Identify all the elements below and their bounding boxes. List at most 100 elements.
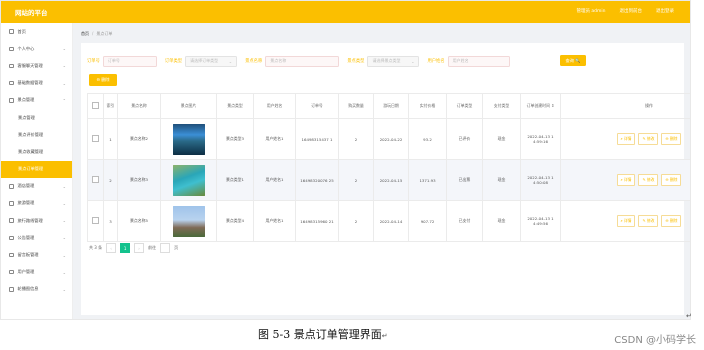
filter-select[interactable]: 请选择景点类型 ⌄ — [367, 55, 420, 67]
cell-created: 2022-04-13 1 4:50:08 — [520, 159, 561, 201]
logout-link[interactable]: 退出登录 — [656, 8, 674, 14]
total-count: 共 3 条 — [89, 245, 103, 250]
column-header: 索引 — [103, 93, 118, 119]
sidebar-item-0[interactable]: 首页 — [1, 23, 72, 40]
filter-label: 用户姓名 — [427, 59, 445, 64]
detail-button[interactable]: ⌕ 详情 — [616, 133, 636, 145]
sidebar-item-label: 基础数据管理 — [17, 80, 43, 86]
app-window: 网站的平台 管理员 admin 退出到前台 退出登录 首页 个人中心 ⌄ 客服聊天管理… — [0, 0, 691, 320]
cell-type: 景点类型3 — [216, 118, 254, 160]
front-link[interactable]: 退出到前台 — [620, 8, 643, 14]
sidebar-item-13[interactable]: 留言板管理 ⌄ — [1, 246, 72, 263]
chevron-icon: ⌄ — [62, 286, 66, 292]
cell-name: 景点名称2 — [117, 118, 161, 160]
sidebar-item-label: 首页 — [17, 28, 26, 34]
scenic-image-cell — [160, 200, 217, 242]
goto-page-input[interactable] — [160, 243, 171, 253]
sidebar-item-4[interactable]: 景点管理 ⌃ — [1, 92, 72, 109]
sidebar-item-5[interactable]: 景点管理 — [1, 109, 72, 126]
sidebar-item-12[interactable]: 公告管理 ⌄ — [1, 229, 72, 246]
notice-icon — [9, 235, 14, 241]
cell-qty: 2 — [338, 159, 374, 201]
paragraph-mark: ↵ — [686, 312, 692, 320]
sidebar-item-label: 轮播图信息 — [17, 286, 39, 292]
cell-price: 93.2 — [408, 118, 447, 160]
sidebar-item-1[interactable]: 个人中心 ⌄ — [1, 40, 72, 57]
column-header: 实付价格 — [408, 93, 447, 119]
sidebar-item-label: 客服聊天管理 — [17, 62, 43, 68]
table-body: 1 景点名称2 景点类型3 用户姓名1 16498315437 1 2 2022-04-22… — [87, 118, 690, 242]
chevron-icon: ⌄ — [62, 218, 66, 224]
column-header: 游玩日期 — [373, 93, 409, 119]
watermark: CSDN @小码学长 — [614, 335, 696, 346]
route-icon — [9, 218, 14, 223]
cell-price: 1371.93 — [408, 159, 447, 201]
row-checkbox[interactable] — [92, 217, 99, 224]
sidebar-item-label: 酒店管理 — [17, 183, 35, 189]
breadcrumb-home[interactable]: 首页 — [81, 31, 89, 36]
sidebar-item-2[interactable]: 客服聊天管理 ⌄ — [1, 57, 72, 74]
top-links: 管理员 admin 退出到前台 退出登录 — [576, 8, 674, 14]
sidebar-item-3[interactable]: 基础数据管理 ⌄ — [1, 75, 72, 92]
sidebar-item-11[interactable]: 旅行路线管理 ⌄ — [1, 212, 72, 229]
sidebar-item-7[interactable]: 景点收藏管理 — [1, 143, 72, 160]
sidebar-item-9[interactable]: 酒店管理 ⌄ — [1, 178, 72, 195]
sidebar-item-6[interactable]: 景点评价管理 — [1, 126, 72, 143]
sidebar-item-label: 公告管理 — [17, 234, 35, 240]
sidebar-item-8[interactable]: 景点订单管理 — [1, 160, 72, 178]
delete-row-button[interactable]: ⊖ 删除 — [661, 174, 682, 186]
select-all-checkbox[interactable] — [92, 102, 99, 109]
filter-input[interactable]: 景点名称 — [265, 55, 340, 67]
chevron-icon: ⌄ — [62, 200, 66, 206]
table-row: 3 景点名称5 景点类型4 用户姓名1 16498315960 21 2 2022-04-1… — [87, 200, 690, 242]
cell-index: 1 — [103, 118, 118, 160]
row-checkbox[interactable] — [92, 135, 99, 142]
cell-name: 景点名称5 — [117, 200, 161, 242]
sidebar-item-15[interactable]: 轮播图信息 ⌄ — [1, 281, 72, 298]
search-button[interactable]: 查询 🔍 — [560, 55, 586, 66]
filter-bar: 订单号 订单号 订单类型 请选择订单类型 ⌄ 景点名称 景点名称 景点类型 请选择景点类型 ⌄ 用户… — [87, 55, 678, 67]
cell-otype: 已支付 — [446, 200, 483, 242]
filter-input[interactable]: 订单号 — [102, 55, 157, 67]
delete-button[interactable]: ⊖ 删除 — [89, 74, 117, 86]
sidebar-item-label: 景点管理 — [17, 97, 35, 103]
cell-pay: 现金 — [482, 200, 521, 242]
scenic-image-cell — [160, 118, 217, 160]
delete-row-button[interactable]: ⊖ 删除 — [661, 133, 682, 145]
sidebar-item-label: 旅游管理 — [17, 200, 35, 206]
top-bar: 网站的平台 管理员 admin 退出到前台 退出登录 — [1, 1, 690, 23]
cell-date: 2022-04-15 — [373, 159, 409, 201]
detail-button[interactable]: ⌕ 详情 — [616, 215, 636, 227]
prev-page-button[interactable]: ‹ — [106, 243, 117, 253]
column-header: 订单号 — [295, 93, 339, 119]
cell-name: 景点名称3 — [117, 159, 161, 201]
admin-link[interactable]: 管理员 admin — [576, 8, 605, 14]
page-1-button[interactable]: 1 — [120, 243, 131, 253]
cell-date: 2022-04-14 — [373, 200, 409, 242]
sidebar-item-label: 旅行路线管理 — [17, 217, 43, 223]
sidebar-item-10[interactable]: 旅游管理 ⌄ — [1, 195, 72, 212]
row-checkbox[interactable] — [92, 176, 99, 183]
filter-select[interactable]: 请选择订单类型 ⌄ — [185, 55, 238, 67]
goto-label: 前往 — [148, 245, 157, 250]
detail-button[interactable]: ⌕ 详情 — [616, 174, 636, 186]
sidebar-item-14[interactable]: 用户管理 ⌄ — [1, 264, 72, 281]
edit-button[interactable]: ✎ 修改 — [638, 174, 659, 186]
column-header: 操作 — [560, 93, 690, 119]
sidebar-item-label: 景点订单管理 — [18, 166, 44, 172]
chevron-icon: ⌄ — [62, 183, 66, 189]
breadcrumb-current: 景点订单 — [96, 31, 113, 36]
edit-button[interactable]: ✎ 修改 — [638, 215, 659, 227]
home-icon — [9, 29, 14, 34]
delete-row-button[interactable]: ⊖ 删除 — [661, 215, 682, 227]
column-header[interactable]: 订单创建时间 ⇕ — [520, 93, 561, 119]
sidebar-item-label: 景点收藏管理 — [18, 148, 44, 154]
cell-pay: 现金 — [482, 159, 521, 201]
cell-otype: 已评价 — [446, 118, 483, 160]
users-icon — [9, 269, 14, 275]
edit-button[interactable]: ✎ 修改 — [638, 133, 659, 145]
next-page-button[interactable]: › — [134, 243, 145, 253]
filter-input[interactable]: 用户姓名 — [447, 55, 510, 67]
carousel-icon — [9, 287, 14, 292]
sidebar-item-label: 景点评价管理 — [18, 131, 44, 137]
